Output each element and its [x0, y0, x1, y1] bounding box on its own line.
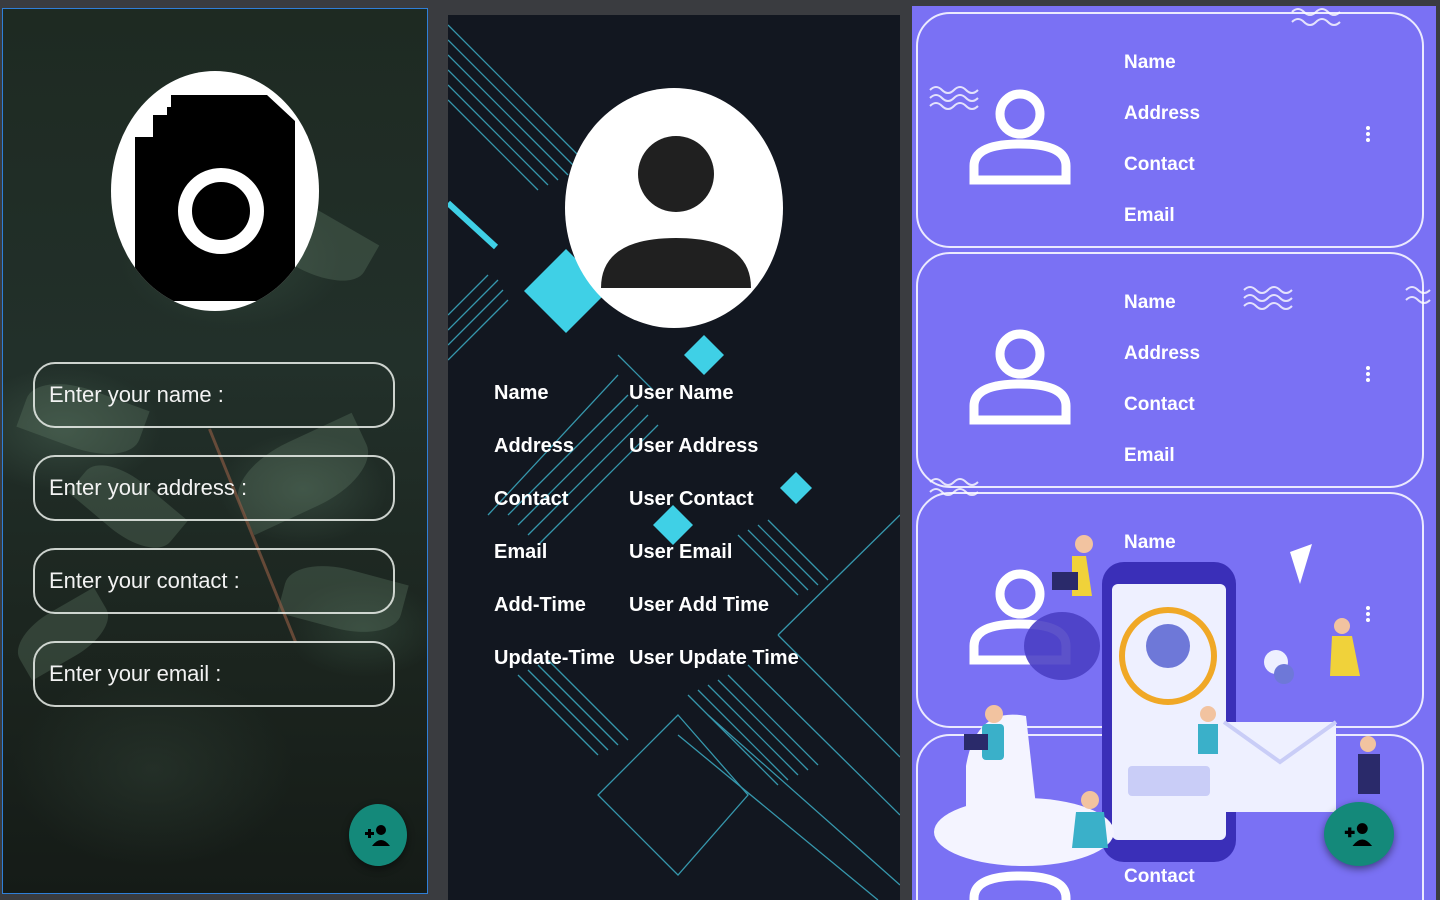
person-add-icon: [365, 825, 390, 846]
add-user-fab[interactable]: [349, 804, 407, 866]
update-time-label: Update-Time: [494, 647, 615, 669]
contact-value: User Contact: [629, 488, 754, 510]
name-label: Name: [494, 382, 549, 404]
profile-photo-picker[interactable]: [111, 71, 319, 311]
user-details-screen: Name User Name Address User Address Cont…: [448, 15, 900, 900]
add-user-fab[interactable]: [1324, 802, 1394, 866]
add-user-screen: [2, 8, 428, 894]
user-list-screen: Name Address Contact Email Name Address …: [912, 6, 1436, 900]
address-input[interactable]: [33, 455, 395, 521]
add-time-value: User Add Time: [629, 594, 770, 616]
illustration-overlay: [934, 535, 1380, 866]
name-input[interactable]: [33, 362, 395, 428]
camera-icon: [135, 95, 295, 301]
add-time-label: Add-Time: [494, 594, 586, 616]
email-input[interactable]: [33, 641, 395, 707]
address-label: Address: [494, 435, 575, 457]
contact-label: Contact: [494, 488, 569, 510]
address-value: User Address: [629, 435, 759, 457]
update-time-value: User Update Time: [629, 647, 799, 669]
email-label: Email: [494, 541, 548, 563]
email-value: User Email: [629, 541, 733, 563]
person-icon: [601, 136, 751, 288]
person-add-icon: [1344, 823, 1373, 846]
user-avatar: [565, 88, 783, 328]
name-value: User Name: [629, 382, 734, 404]
contact-input[interactable]: [33, 548, 395, 614]
